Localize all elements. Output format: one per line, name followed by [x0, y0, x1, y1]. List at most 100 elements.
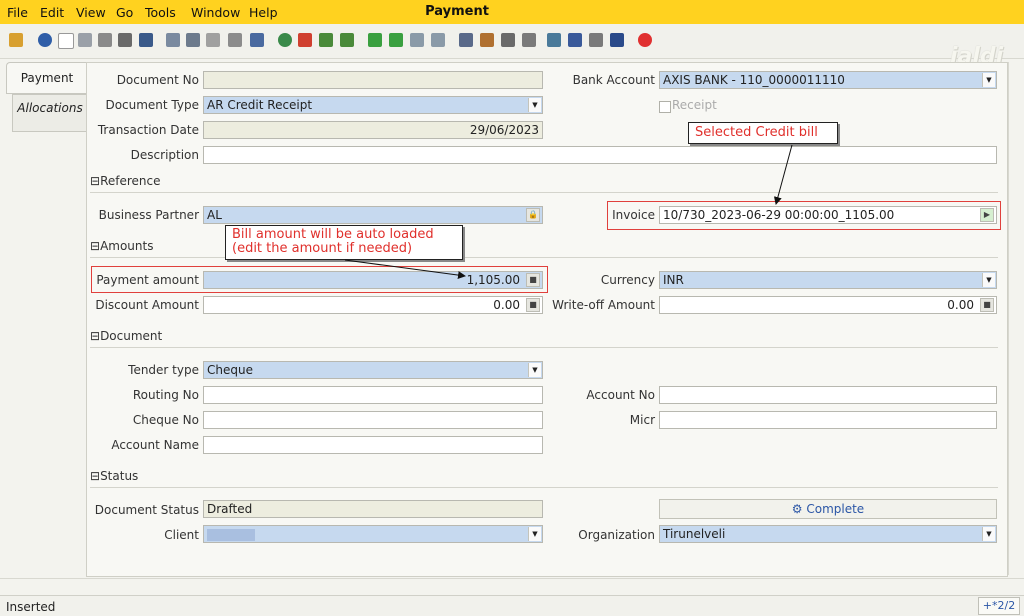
save-icon[interactable] [139, 33, 153, 47]
document-type-label: Document Type [105, 98, 199, 112]
document-section-header[interactable]: ⊟Document [90, 329, 998, 348]
transaction-date-field[interactable]: 29/06/2023 [203, 121, 543, 139]
find-icon[interactable] [186, 33, 200, 47]
business-partner-label: Business Partner [98, 208, 199, 222]
status-section-header[interactable]: ⊟Status [90, 469, 998, 488]
horizontal-scrollbar[interactable] [0, 578, 1024, 595]
status-text: Inserted [6, 600, 56, 614]
record-count[interactable]: +*2/2 [978, 597, 1020, 615]
bank-account-select[interactable]: AXIS BANK - 110_0000011110 ▼ [659, 71, 997, 89]
next-record-icon[interactable] [410, 33, 424, 47]
last-record-icon[interactable] [431, 33, 445, 47]
chevron-down-icon[interactable]: ▼ [528, 527, 541, 541]
product-info-icon[interactable] [610, 33, 624, 47]
chevron-down-icon[interactable]: ▼ [982, 273, 995, 287]
client-select[interactable]: ▼ [203, 525, 543, 543]
parent-record-icon[interactable] [319, 33, 333, 47]
vertical-scrollbar[interactable] [1008, 62, 1023, 575]
organization-select[interactable]: Tirunelveli ▼ [659, 525, 997, 543]
tab-payment[interactable]: Payment [6, 62, 87, 94]
bill-amount-callout: Bill amount will be auto loaded (edit th… [225, 225, 463, 260]
invoice-highlight-box [607, 201, 1001, 230]
account-name-field[interactable] [203, 436, 543, 454]
print-preview-icon[interactable] [501, 33, 515, 47]
client-label: Client [164, 528, 199, 542]
writeoff-amount-label: Write-off Amount [552, 298, 655, 312]
close-window-icon[interactable] [638, 33, 652, 47]
first-record-icon[interactable] [368, 33, 382, 47]
tender-type-label: Tender type [128, 363, 199, 377]
cheque-no-label: Cheque No [132, 413, 199, 427]
document-section-title: Document [100, 329, 163, 343]
request-icon[interactable] [589, 33, 603, 47]
toolbar: jaldi [0, 24, 1024, 69]
document-type-select[interactable]: AR Credit Receipt ▼ [203, 96, 543, 114]
reference-section-header[interactable]: ⊟Reference [90, 174, 998, 193]
writeoff-amount-field[interactable]: 0.00 ■ [659, 296, 997, 314]
discount-amount-field[interactable]: 0.00 ■ [203, 296, 543, 314]
reference-section-title: Reference [100, 174, 161, 188]
micr-field[interactable] [659, 411, 997, 429]
chevron-down-icon[interactable]: ▼ [528, 98, 541, 112]
account-no-field[interactable] [659, 386, 997, 404]
chevron-down-icon[interactable]: ▼ [528, 363, 541, 377]
currency-value: INR [663, 273, 684, 287]
document-status-label: Document Status [94, 503, 199, 517]
discount-amount-value: 0.00 [493, 298, 520, 312]
redacted-client-value [207, 528, 255, 541]
collapse-icon: ⊟ [90, 329, 101, 343]
status-section-title: Status [100, 469, 139, 483]
micr-label: Micr [629, 413, 655, 427]
account-name-label: Account Name [111, 438, 199, 452]
currency-label: Currency [600, 273, 655, 287]
business-partner-value: AL [207, 208, 222, 222]
document-no-field[interactable] [203, 71, 543, 89]
cheque-no-field[interactable] [203, 411, 543, 429]
complete-label: Complete [806, 502, 865, 516]
home-icon[interactable] [298, 33, 312, 47]
undo-icon[interactable] [9, 33, 23, 47]
chevron-down-icon[interactable]: ▼ [982, 527, 995, 541]
chat-icon[interactable] [228, 33, 242, 47]
menu-bar: File Edit View Go Tools Window Help Paym… [0, 0, 1024, 24]
account-no-label: Account No [586, 388, 655, 402]
detail-record-icon[interactable] [340, 33, 354, 47]
copy-record-icon[interactable] [78, 33, 92, 47]
document-status-field: Drafted [203, 500, 543, 518]
currency-select[interactable]: INR ▼ [659, 271, 997, 289]
calculator-icon[interactable]: ■ [980, 298, 994, 312]
transaction-date-label: Transaction Date [97, 123, 199, 137]
description-field[interactable] [203, 146, 997, 164]
calculator-icon[interactable]: ■ [526, 298, 540, 312]
routing-no-label: Routing No [132, 388, 199, 402]
complete-button[interactable]: ⚙ Complete [659, 499, 997, 519]
previous-record-icon[interactable] [389, 33, 403, 47]
lookup-icon[interactable]: 🔒 [526, 208, 540, 222]
tab-strip: Payment Allocations [0, 58, 87, 578]
chevron-down-icon[interactable]: ▼ [982, 73, 995, 87]
delete-icon[interactable] [98, 33, 112, 47]
zoom-across-icon[interactable] [547, 33, 561, 47]
refresh-icon[interactable] [166, 33, 180, 47]
history-icon[interactable] [278, 33, 292, 47]
bank-account-label: Bank Account [572, 73, 655, 87]
attachment-icon[interactable] [206, 33, 220, 47]
bill-amount-callout-line1: Bill amount will be auto loaded [232, 227, 434, 242]
grid-toggle-icon[interactable] [250, 33, 264, 47]
archive-icon[interactable] [480, 33, 494, 47]
complete-icon: ⚙ [791, 502, 807, 516]
workflow-icon[interactable] [568, 33, 582, 47]
delete-selection-icon[interactable] [118, 33, 132, 47]
writeoff-amount-value: 0.00 [947, 298, 974, 312]
tab-allocations[interactable]: Allocations [12, 94, 87, 132]
help-icon[interactable] [38, 33, 52, 47]
business-partner-field[interactable]: AL 🔒 [203, 206, 543, 224]
receipt-checkbox[interactable] [659, 101, 671, 113]
report-icon[interactable] [459, 33, 473, 47]
print-icon[interactable] [522, 33, 536, 47]
document-type-value: AR Credit Receipt [207, 98, 313, 112]
tender-type-select[interactable]: Cheque ▼ [203, 361, 543, 379]
organization-label: Organization [578, 528, 655, 542]
new-record-icon[interactable] [58, 33, 74, 49]
routing-no-field[interactable] [203, 386, 543, 404]
